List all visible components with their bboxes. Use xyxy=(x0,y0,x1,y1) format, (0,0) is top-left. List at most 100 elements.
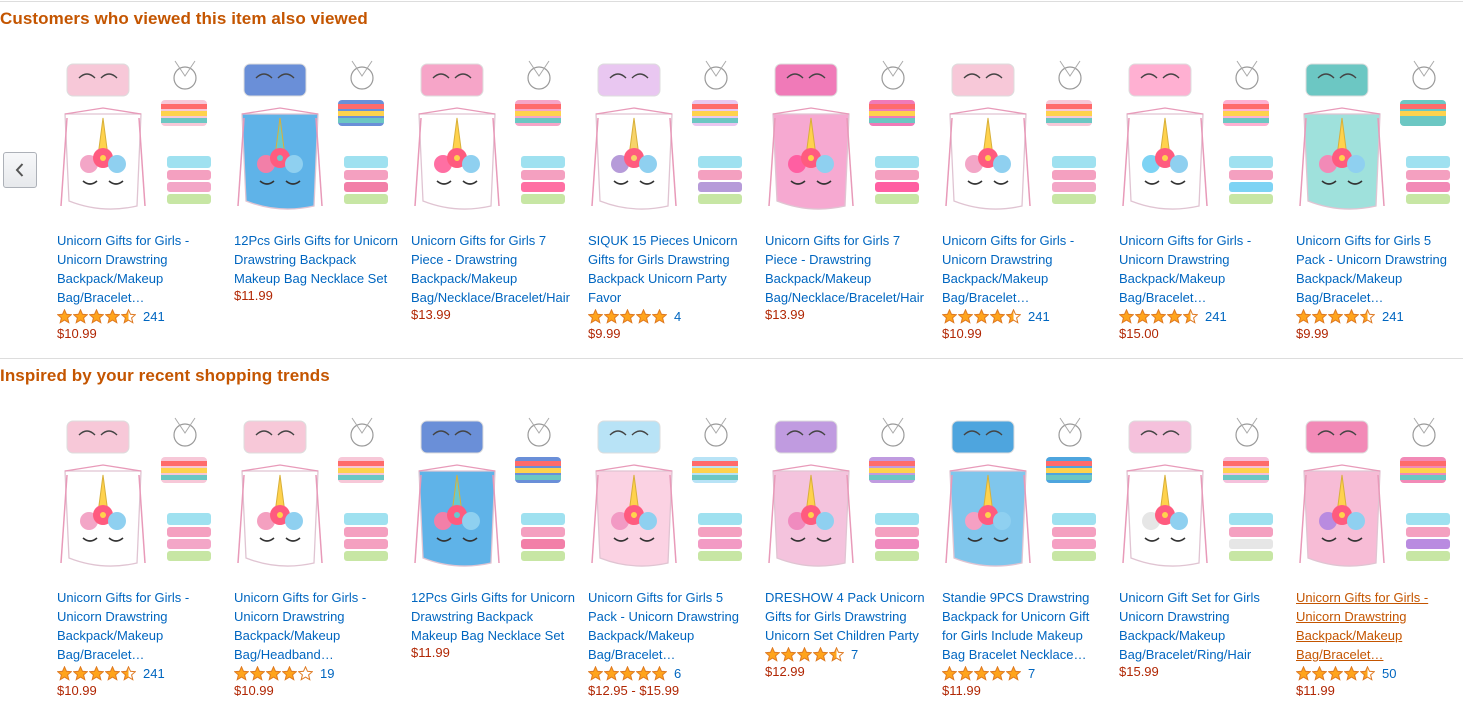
star-rating[interactable] xyxy=(234,665,314,681)
star-icon xyxy=(1312,665,1327,681)
star-icon xyxy=(1183,308,1198,324)
product-image[interactable] xyxy=(1296,413,1454,571)
product-title-link[interactable]: Unicorn Gifts for Girls 5 Pack - Unicorn… xyxy=(588,588,754,664)
rating[interactable]: 19 xyxy=(234,664,334,682)
star-icon xyxy=(620,308,635,324)
rating[interactable]: 241 xyxy=(57,664,165,682)
product-card[interactable]: SIQUK 15 Pieces Unicorn Gifts for Girls … xyxy=(588,56,754,346)
star-icon xyxy=(105,665,120,681)
product-card[interactable]: Unicorn Gifts for Girls - Unicorn Drawst… xyxy=(1296,413,1462,703)
product-image[interactable] xyxy=(588,413,746,571)
product-image[interactable] xyxy=(942,413,1100,571)
star-rating[interactable] xyxy=(942,665,1022,681)
review-count[interactable]: 241 xyxy=(143,666,165,681)
review-count[interactable]: 6 xyxy=(674,666,681,681)
product-image[interactable] xyxy=(765,413,923,571)
star-icon xyxy=(652,665,667,681)
product-price: $12.99 xyxy=(765,664,805,679)
product-image[interactable] xyxy=(1119,56,1277,214)
product-title-link[interactable]: Unicorn Gifts for Girls - Unicorn Drawst… xyxy=(57,231,223,307)
top-divider xyxy=(0,1,1463,2)
product-title-link[interactable]: Unicorn Gifts for Girls 7 Piece - Drawst… xyxy=(765,231,931,307)
review-count[interactable]: 19 xyxy=(320,666,334,681)
star-rating[interactable] xyxy=(57,665,137,681)
product-card[interactable]: Unicorn Gifts for Girls 5 Pack - Unicorn… xyxy=(588,413,754,703)
review-count[interactable]: 241 xyxy=(1382,309,1404,324)
product-title-link[interactable]: Unicorn Gifts for Girls - Unicorn Drawst… xyxy=(234,588,400,664)
product-image[interactable] xyxy=(942,56,1100,214)
rating[interactable]: 7 xyxy=(765,645,858,663)
product-card[interactable]: Unicorn Gifts for Girls - Unicorn Drawst… xyxy=(1119,56,1285,346)
rating[interactable]: 241 xyxy=(942,307,1050,325)
product-image[interactable] xyxy=(588,56,746,214)
carousel-prev-button[interactable] xyxy=(3,152,37,188)
rating[interactable]: 241 xyxy=(1119,307,1227,325)
rating[interactable]: 50 xyxy=(1296,664,1396,682)
product-image[interactable] xyxy=(1296,56,1454,214)
review-count[interactable]: 241 xyxy=(1205,309,1227,324)
product-title-link[interactable]: Unicorn Gifts for Girls 5 Pack - Unicorn… xyxy=(1296,231,1462,307)
product-title-link[interactable]: 12Pcs Girls Gifts for Unicorn Drawstring… xyxy=(411,588,577,645)
product-title-link[interactable]: DRESHOW 4 Pack Unicorn Gifts for Girls D… xyxy=(765,588,931,645)
star-icon xyxy=(1006,665,1021,681)
star-rating[interactable] xyxy=(942,308,1022,324)
product-card[interactable]: Standie 9PCS Drawstring Backpack for Uni… xyxy=(942,413,1108,703)
star-rating[interactable] xyxy=(57,308,137,324)
review-count[interactable]: 50 xyxy=(1382,666,1396,681)
star-icon xyxy=(974,665,989,681)
product-image[interactable] xyxy=(57,56,215,214)
product-card[interactable]: Unicorn Gifts for Girls 7 Piece - Drawst… xyxy=(411,56,577,346)
product-card[interactable]: Unicorn Gifts for Girls - Unicorn Drawst… xyxy=(234,413,400,703)
review-count[interactable]: 241 xyxy=(143,309,165,324)
product-title-link[interactable]: 12Pcs Girls Gifts for Unicorn Drawstring… xyxy=(234,231,400,288)
product-card[interactable]: Unicorn Gifts for Girls - Unicorn Drawst… xyxy=(57,413,223,703)
product-title-link[interactable]: Unicorn Gifts for Girls - Unicorn Drawst… xyxy=(57,588,223,664)
review-count[interactable]: 4 xyxy=(674,309,681,324)
product-image[interactable] xyxy=(765,56,923,214)
review-count[interactable]: 7 xyxy=(851,647,858,662)
product-card[interactable]: Unicorn Gifts for Girls - Unicorn Drawst… xyxy=(57,56,223,346)
product-title-link[interactable]: Standie 9PCS Drawstring Backpack for Uni… xyxy=(942,588,1108,664)
product-card[interactable]: 12Pcs Girls Gifts for Unicorn Drawstring… xyxy=(411,413,577,703)
product-price: $9.99 xyxy=(588,326,621,341)
star-icon xyxy=(588,665,603,681)
product-image[interactable] xyxy=(411,413,569,571)
review-count[interactable]: 241 xyxy=(1028,309,1050,324)
star-icon xyxy=(636,665,651,681)
product-price: $13.99 xyxy=(411,307,451,322)
rating[interactable]: 7 xyxy=(942,664,1035,682)
product-title-link[interactable]: SIQUK 15 Pieces Unicorn Gifts for Girls … xyxy=(588,231,754,307)
star-icon xyxy=(1135,308,1150,324)
rating[interactable]: 241 xyxy=(57,307,165,325)
product-title-link[interactable]: Unicorn Gifts for Girls - Unicorn Drawst… xyxy=(942,231,1108,307)
product-card[interactable]: Unicorn Gift Set for Girls Unicorn Draws… xyxy=(1119,413,1285,703)
rating[interactable]: 6 xyxy=(588,664,681,682)
product-title-link[interactable]: Unicorn Gifts for Girls - Unicorn Drawst… xyxy=(1296,588,1462,664)
star-rating[interactable] xyxy=(1119,308,1199,324)
product-price: $11.99 xyxy=(234,288,273,303)
rating[interactable]: 241 xyxy=(1296,307,1404,325)
product-title-link[interactable]: Unicorn Gift Set for Girls Unicorn Draws… xyxy=(1119,588,1285,664)
star-rating[interactable] xyxy=(588,665,668,681)
product-image[interactable] xyxy=(411,56,569,214)
product-card[interactable]: Unicorn Gifts for Girls - Unicorn Drawst… xyxy=(942,56,1108,346)
product-card[interactable]: Unicorn Gifts for Girls 7 Piece - Drawst… xyxy=(765,56,931,346)
product-card[interactable]: 12Pcs Girls Gifts for Unicorn Drawstring… xyxy=(234,56,400,346)
product-card[interactable]: DRESHOW 4 Pack Unicorn Gifts for Girls D… xyxy=(765,413,931,703)
star-rating[interactable] xyxy=(1296,665,1376,681)
rating[interactable]: 4 xyxy=(588,307,681,325)
review-count[interactable]: 7 xyxy=(1028,666,1035,681)
star-icon xyxy=(298,665,313,681)
product-card[interactable]: Unicorn Gifts for Girls 5 Pack - Unicorn… xyxy=(1296,56,1462,346)
product-image[interactable] xyxy=(1119,413,1277,571)
star-rating[interactable] xyxy=(1296,308,1376,324)
star-rating[interactable] xyxy=(588,308,668,324)
product-image[interactable] xyxy=(57,413,215,571)
product-image[interactable] xyxy=(234,56,392,214)
star-icon xyxy=(652,308,667,324)
star-rating[interactable] xyxy=(765,646,845,662)
product-title-link[interactable]: Unicorn Gifts for Girls 7 Piece - Drawst… xyxy=(411,231,577,307)
product-image[interactable] xyxy=(234,413,392,571)
product-title-link[interactable]: Unicorn Gifts for Girls - Unicorn Drawst… xyxy=(1119,231,1285,307)
product-price: $11.99 xyxy=(942,683,981,698)
